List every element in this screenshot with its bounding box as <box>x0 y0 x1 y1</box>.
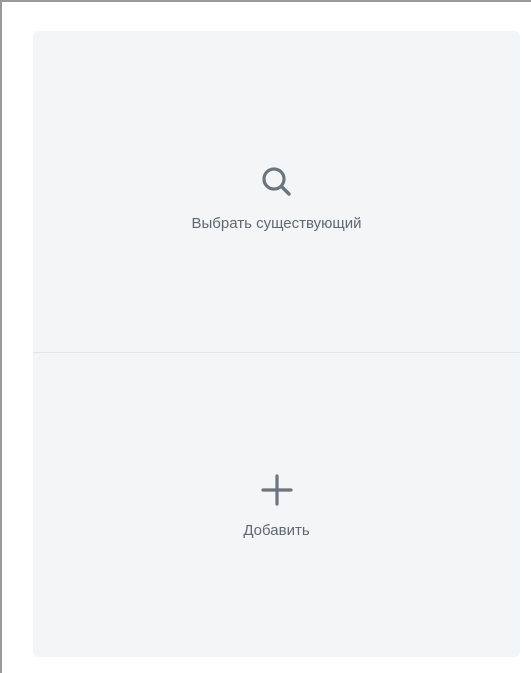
add-label: Добавить <box>243 522 310 539</box>
search-icon <box>261 166 291 196</box>
select-existing-label: Выбрать существующий <box>191 214 362 232</box>
plus-icon <box>260 474 293 506</box>
add-button[interactable]: Добавить <box>33 353 520 657</box>
select-existing-button[interactable]: Выбрать существующий <box>33 31 520 352</box>
choice-panel: Выбрать существующий Добавить <box>33 31 520 657</box>
window-frame: Выбрать существующий Добавить <box>0 0 531 673</box>
